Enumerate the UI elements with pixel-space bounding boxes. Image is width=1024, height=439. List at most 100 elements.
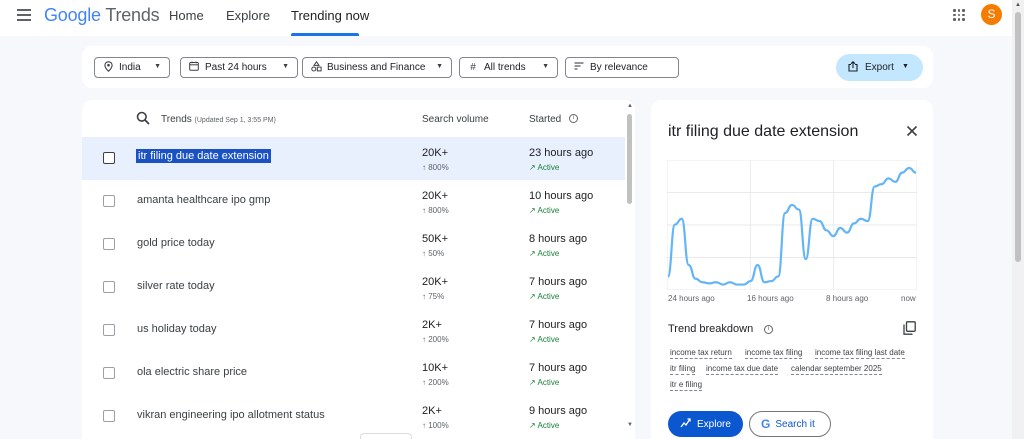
breakdown-tag[interactable]: income tax return — [670, 348, 732, 359]
trend-term[interactable]: amanta healthcare ipo gmp — [137, 194, 270, 206]
search-icon[interactable] — [136, 111, 150, 125]
location-filter[interactable]: India ▼ — [94, 57, 170, 78]
filter-bar: India ▼ Past 24 hours ▼ Business and Fin… — [82, 46, 933, 88]
search-volume: 50K+ — [422, 233, 448, 245]
trend-term[interactable]: silver rate today — [137, 280, 215, 292]
close-icon[interactable] — [905, 124, 919, 138]
time-filter[interactable]: Past 24 hours ▼ — [180, 57, 298, 78]
table-header: Trends (Updated Sep 1, 3:55 PM) Search v… — [82, 100, 627, 137]
scrollbar-thumb[interactable] — [627, 114, 632, 204]
table-row[interactable]: itr filing due date extension 20K+ ↑ 800… — [82, 137, 625, 180]
trend-term[interactable]: vikran engineering ipo allotment status — [137, 409, 325, 421]
export-label: Export — [865, 62, 894, 73]
started-column-header[interactable]: Started — [529, 114, 561, 125]
row-checkbox[interactable] — [103, 410, 115, 422]
dropdown-caret-icon: ▼ — [282, 63, 289, 70]
info-icon[interactable]: i — [764, 325, 773, 334]
started-time: 10 hours ago — [529, 190, 594, 202]
x-axis-label: now — [901, 294, 916, 303]
trends-column-header[interactable]: Trends (Updated Sep 1, 3:55 PM) — [161, 114, 276, 125]
logo-google-text: Google — [44, 5, 101, 25]
explore-icon — [680, 417, 691, 431]
pagination-control[interactable] — [360, 433, 412, 439]
table-row[interactable]: amanta healthcare ipo gmp 20K+ ↑ 800% 10… — [82, 180, 625, 223]
status-active: ↗ Active — [529, 292, 559, 301]
volume-change: ↑ 800% — [422, 163, 449, 172]
row-checkbox[interactable] — [103, 324, 115, 336]
trend-term[interactable]: gold price today — [137, 237, 215, 249]
dropdown-caret-icon: ▼ — [902, 63, 909, 70]
volume-change: ↑ 100% — [422, 421, 449, 430]
copy-icon[interactable] — [903, 321, 916, 335]
status-active: ↗ Active — [529, 163, 559, 172]
sort-filter[interactable]: By relevance — [565, 57, 679, 78]
row-checkbox[interactable] — [103, 281, 115, 293]
nav-home[interactable]: Home — [169, 8, 204, 23]
window-scrollbar[interactable]: ▲ — [1012, 0, 1024, 439]
search-it-button[interactable]: G Search it — [749, 411, 831, 437]
trend-term[interactable]: us holiday today — [137, 323, 217, 335]
export-button[interactable]: Export ▼ — [836, 54, 923, 81]
table-row[interactable]: ola electric share price 10K+ ↑ 200% 7 h… — [82, 352, 625, 395]
nav-trending-now[interactable]: Trending now — [291, 8, 369, 23]
table-row[interactable]: silver rate today 20K+ ↑ 75% 7 hours ago… — [82, 266, 625, 309]
scroll-up-arrow-icon[interactable]: ▲ — [627, 103, 633, 109]
scroll-up-arrow-icon[interactable]: ▲ — [1015, 2, 1021, 8]
table-row[interactable]: gold price today 50K+ ↑ 50% 8 hours ago … — [82, 223, 625, 266]
search-volume: 10K+ — [422, 362, 448, 374]
breakdown-tag[interactable]: itr filing — [670, 364, 696, 375]
scrollbar-thumb[interactable] — [1015, 12, 1021, 262]
status-active: ↗ Active — [529, 421, 559, 430]
status-label: Active — [537, 206, 560, 215]
search-it-label: Search it — [775, 418, 815, 430]
breakdown-tag[interactable]: income tax filing last date — [815, 348, 905, 359]
breakdown-tag[interactable]: itr e filing — [670, 380, 703, 391]
category-filter[interactable]: Business and Finance ▼ — [302, 57, 452, 78]
calendar-icon — [189, 61, 199, 74]
volume-change: ↑ 800% — [422, 206, 449, 215]
sort-icon — [574, 62, 584, 73]
menu-icon[interactable] — [17, 9, 31, 21]
hashtag-icon: # — [470, 62, 476, 73]
trend-term[interactable]: ola electric share price — [137, 366, 247, 378]
apps-grid-icon[interactable] — [953, 9, 965, 21]
dropdown-caret-icon: ▼ — [542, 63, 549, 70]
sort-value: By relevance — [590, 62, 648, 73]
explore-button[interactable]: Explore — [668, 411, 743, 437]
trend-term[interactable]: itr filing due date extension — [136, 149, 271, 163]
category-icon — [311, 60, 322, 75]
nav-explore[interactable]: Explore — [226, 8, 270, 23]
status-label: Active — [537, 335, 560, 344]
scroll-down-arrow-icon[interactable]: ▼ — [627, 422, 633, 428]
account-avatar[interactable]: S — [981, 4, 1002, 25]
trend-type-filter[interactable]: # All trends ▼ — [459, 57, 558, 78]
breakdown-tag[interactable]: income tax due date — [706, 364, 779, 375]
status-label: Active — [537, 421, 560, 430]
time-value: Past 24 hours — [205, 62, 267, 73]
google-trends-logo[interactable]: Google Trends — [44, 5, 160, 26]
started-time: 7 hours ago — [529, 362, 588, 374]
x-axis-label: 8 hours ago — [826, 294, 869, 303]
nav-active-indicator — [291, 33, 359, 36]
started-time: 7 hours ago — [529, 276, 588, 288]
search-volume: 2K+ — [422, 405, 442, 417]
updated-timestamp: (Updated Sep 1, 3:55 PM) — [194, 117, 276, 124]
row-checkbox[interactable] — [103, 367, 115, 379]
table-scrollbar[interactable]: ▲ ▼ — [625, 100, 635, 439]
breakdown-tag[interactable]: calendar september 2025 — [791, 364, 882, 375]
started-time: 7 hours ago — [529, 319, 588, 331]
breakdown-tag[interactable]: income tax filing — [745, 348, 803, 359]
row-checkbox[interactable] — [103, 195, 115, 207]
volume-change: ↑ 200% — [422, 378, 449, 387]
info-icon[interactable]: i — [569, 114, 578, 123]
category-value: Business and Finance — [327, 62, 426, 73]
row-checkbox[interactable] — [103, 152, 115, 164]
x-axis-label: 16 hours ago — [747, 294, 794, 303]
table-row[interactable]: vikran engineering ipo allotment status … — [82, 395, 625, 438]
table-row[interactable]: us holiday today 2K+ ↑ 200% 7 hours ago … — [82, 309, 625, 352]
status-label: Active — [537, 378, 560, 387]
detail-title: itr filing due date extension — [668, 123, 859, 140]
search-volume-column-header[interactable]: Search volume — [422, 114, 489, 125]
search-volume: 20K+ — [422, 276, 448, 288]
row-checkbox[interactable] — [103, 238, 115, 250]
